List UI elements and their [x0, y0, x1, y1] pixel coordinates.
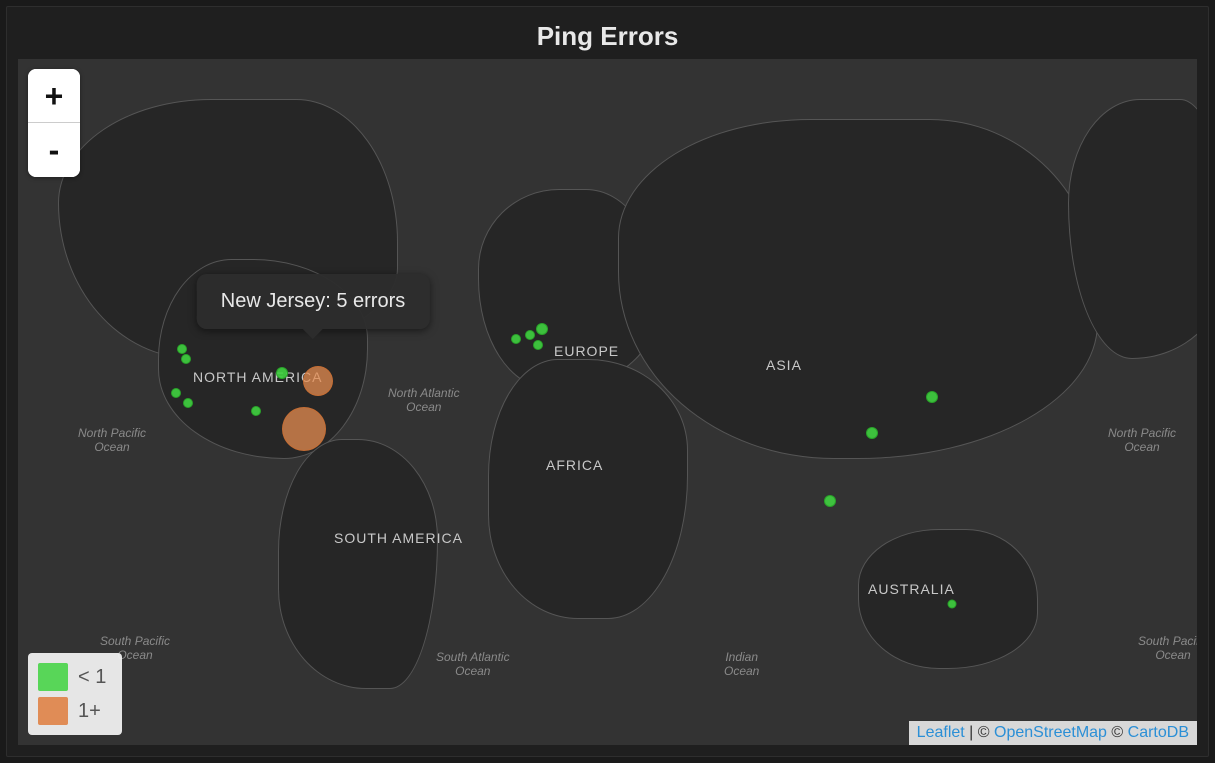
- legend: < 1 1+: [28, 653, 122, 735]
- zoom-in-button[interactable]: +: [28, 69, 80, 123]
- marker-uk-2[interactable]: [536, 323, 548, 335]
- marker-uk-3[interactable]: [533, 340, 543, 350]
- landmass: [488, 359, 688, 619]
- continent-label: ASIA: [766, 357, 802, 373]
- ocean-label: South AtlanticOcean: [436, 651, 510, 679]
- legend-item: 1+: [38, 697, 106, 725]
- marker-sydney[interactable]: [948, 600, 957, 609]
- panel-title: Ping Errors: [7, 21, 1208, 52]
- carto-link[interactable]: CartoDB: [1128, 724, 1189, 741]
- legend-label: < 1: [78, 666, 106, 689]
- marker-oregon-1[interactable]: [177, 344, 187, 354]
- landmass: [618, 119, 1098, 459]
- marker-florida[interactable]: [282, 407, 326, 451]
- legend-item: < 1: [38, 663, 106, 691]
- legend-swatch-orange: [38, 697, 68, 725]
- marker-tooltip: New Jersey: 5 errors: [197, 274, 430, 329]
- marker-texas[interactable]: [251, 406, 261, 416]
- zoom-out-button[interactable]: -: [28, 123, 80, 177]
- marker-california-1[interactable]: [171, 388, 181, 398]
- marker-ohio[interactable]: [276, 367, 288, 379]
- ocean-label: North PacificOcean: [78, 427, 146, 455]
- marker-oregon-2[interactable]: [181, 354, 191, 364]
- marker-singapore[interactable]: [824, 495, 836, 507]
- continent-label: AFRICA: [546, 457, 603, 473]
- continent-label: EUROPE: [554, 343, 619, 359]
- marker-california-2[interactable]: [183, 398, 193, 408]
- continent-label: SOUTH AMERICA: [334, 530, 463, 546]
- ocean-label: North PacificOcean: [1108, 427, 1176, 455]
- legend-label: 1+: [78, 700, 101, 723]
- map-attribution: Leaflet | © OpenStreetMap © CartoDB: [909, 721, 1197, 745]
- marker-hongkong[interactable]: [866, 427, 878, 439]
- landmass: [278, 439, 438, 689]
- ocean-label: IndianOcean: [724, 651, 759, 679]
- legend-swatch-green: [38, 663, 68, 691]
- continent-label: AUSTRALIA: [868, 581, 955, 597]
- marker-uk-1[interactable]: [525, 330, 535, 340]
- ocean-label: South PacificOcean: [1138, 635, 1197, 663]
- ocean-label: North AtlanticOcean: [388, 387, 460, 415]
- marker-ireland[interactable]: [511, 334, 521, 344]
- zoom-control: + -: [28, 69, 80, 177]
- map-panel: Ping Errors NORTH AMERICAEUROPEASIAAFRIC…: [6, 6, 1209, 757]
- world-map[interactable]: NORTH AMERICAEUROPEASIAAFRICASOUTH AMERI…: [18, 59, 1197, 745]
- marker-new-jersey[interactable]: [303, 366, 333, 396]
- marker-japan[interactable]: [926, 391, 938, 403]
- leaflet-link[interactable]: Leaflet: [917, 724, 965, 741]
- osm-link[interactable]: OpenStreetMap: [994, 724, 1107, 741]
- landmass: [858, 529, 1038, 669]
